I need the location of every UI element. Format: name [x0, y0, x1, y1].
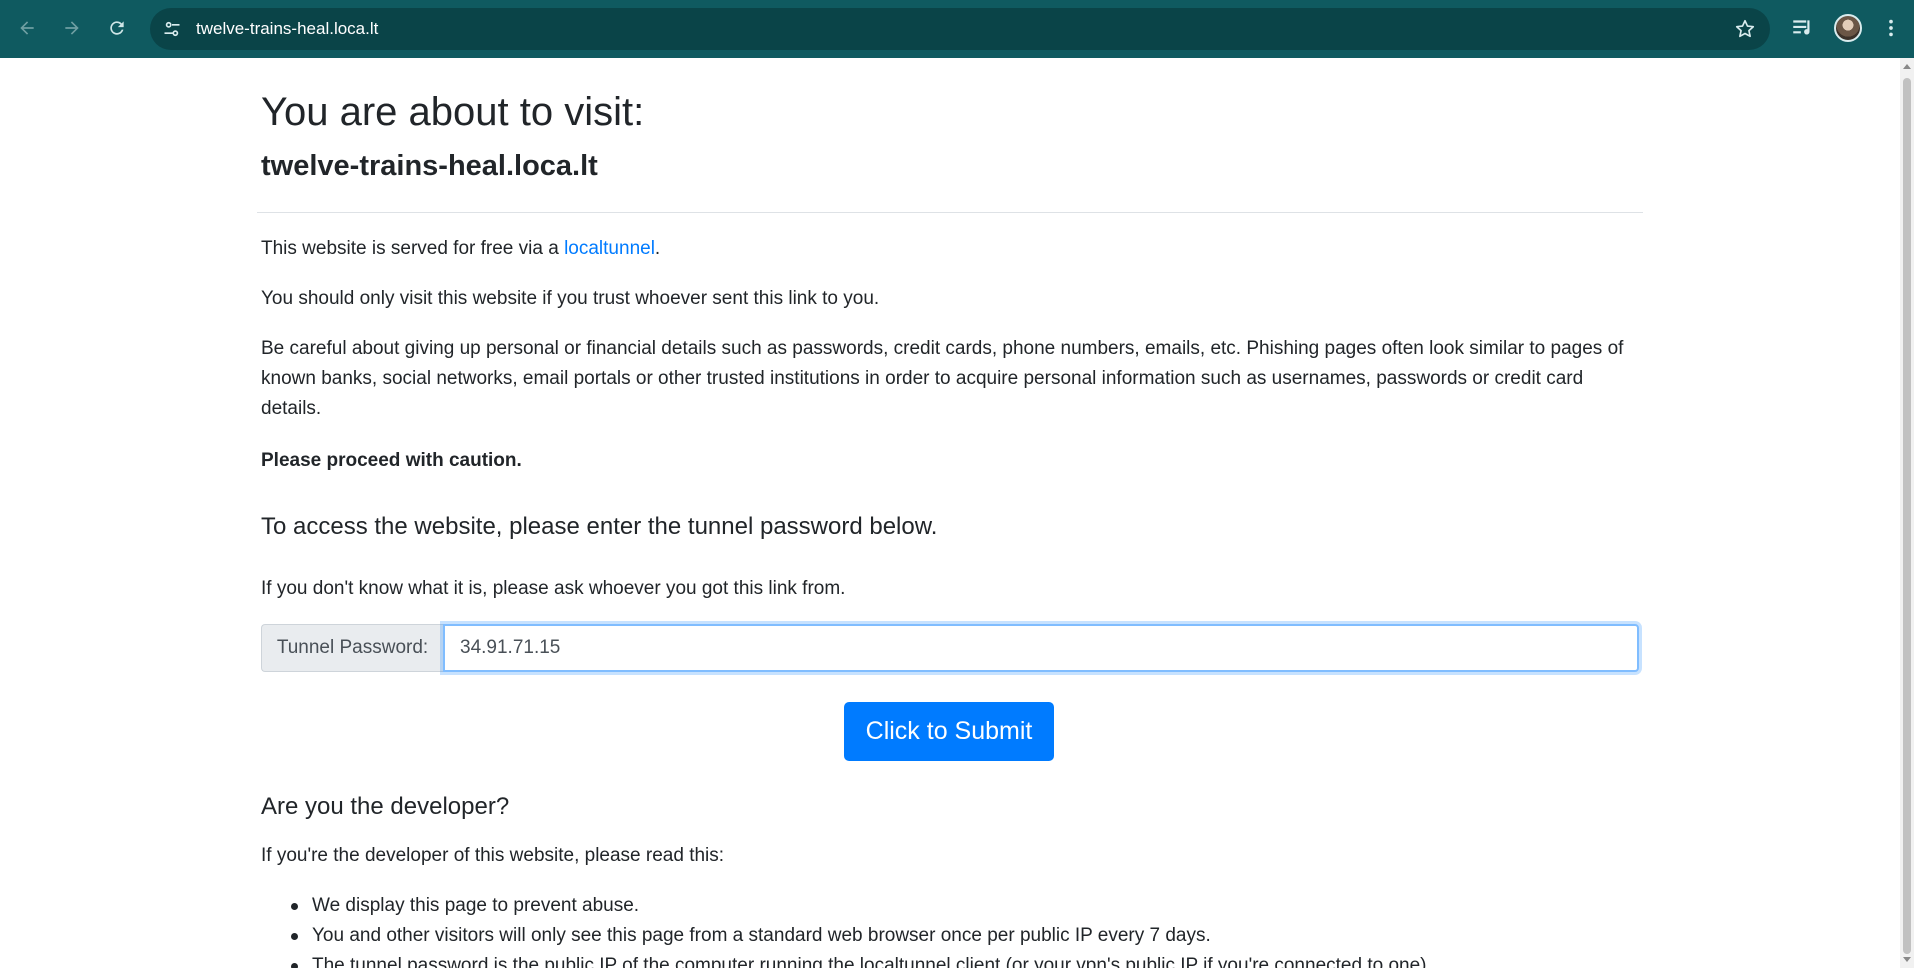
list-item: You and other visitors will only see thi… [261, 921, 1432, 951]
intro-prefix: This website is served for free via a [261, 238, 565, 259]
back-button[interactable] [12, 13, 42, 43]
site-settings-icon[interactable] [162, 19, 182, 39]
password-input-group: Tunnel Password: [261, 624, 1639, 672]
bookmark-star-icon[interactable] [1734, 18, 1756, 40]
access-heading: To access the website, please enter the … [261, 513, 938, 540]
developer-heading: Are you the developer? [261, 793, 510, 820]
developer-notes: We display this page to prevent abuse. Y… [261, 891, 1432, 968]
menu-kebab-icon[interactable] [1880, 14, 1902, 42]
arrow-left-icon [20, 21, 34, 35]
reload-icon [110, 21, 124, 35]
caution-text: Please proceed with caution. [261, 450, 522, 471]
phishing-warning: Be careful about giving up personal or f… [261, 338, 1624, 419]
reload-button[interactable] [102, 13, 132, 43]
divider [257, 212, 1643, 213]
intro-text: This website is served for free via a lo… [261, 234, 660, 264]
page-title: You are about to visit: [261, 90, 645, 134]
list-item: We display this page to prevent abuse. [261, 891, 1432, 921]
address-bar[interactable]: twelve-trains-heal.loca.lt [150, 8, 1770, 50]
profile-avatar[interactable] [1834, 14, 1862, 42]
scroll-down-arrow[interactable] [1903, 957, 1911, 962]
media-playlist-icon[interactable] [1790, 15, 1816, 41]
scroll-thumb[interactable] [1903, 78, 1911, 954]
page-content: You are about to visit: twelve-trains-he… [0, 58, 1900, 968]
scroll-up-arrow[interactable] [1903, 64, 1911, 69]
forward-button[interactable] [57, 13, 87, 43]
developer-intro: If you're the developer of this website,… [261, 845, 725, 866]
access-help: If you don't know what it is, please ask… [261, 578, 846, 599]
arrow-right-icon [65, 21, 79, 35]
list-item: The tunnel password is the public IP of … [261, 951, 1432, 968]
trust-notice: You should only visit this website if yo… [261, 288, 880, 309]
host-name: twelve-trains-heal.loca.lt [261, 150, 598, 182]
page-scrollbar[interactable] [1900, 58, 1914, 968]
browser-toolbar: twelve-trains-heal.loca.lt [0, 0, 1914, 58]
submit-button[interactable]: Click to Submit [844, 702, 1054, 761]
url-text[interactable]: twelve-trains-heal.loca.lt [196, 8, 378, 50]
password-label: Tunnel Password: [261, 624, 443, 672]
localtunnel-link[interactable]: localtunnel [564, 238, 655, 259]
intro-suffix: . [654, 238, 661, 259]
tunnel-password-input[interactable] [443, 624, 1639, 672]
